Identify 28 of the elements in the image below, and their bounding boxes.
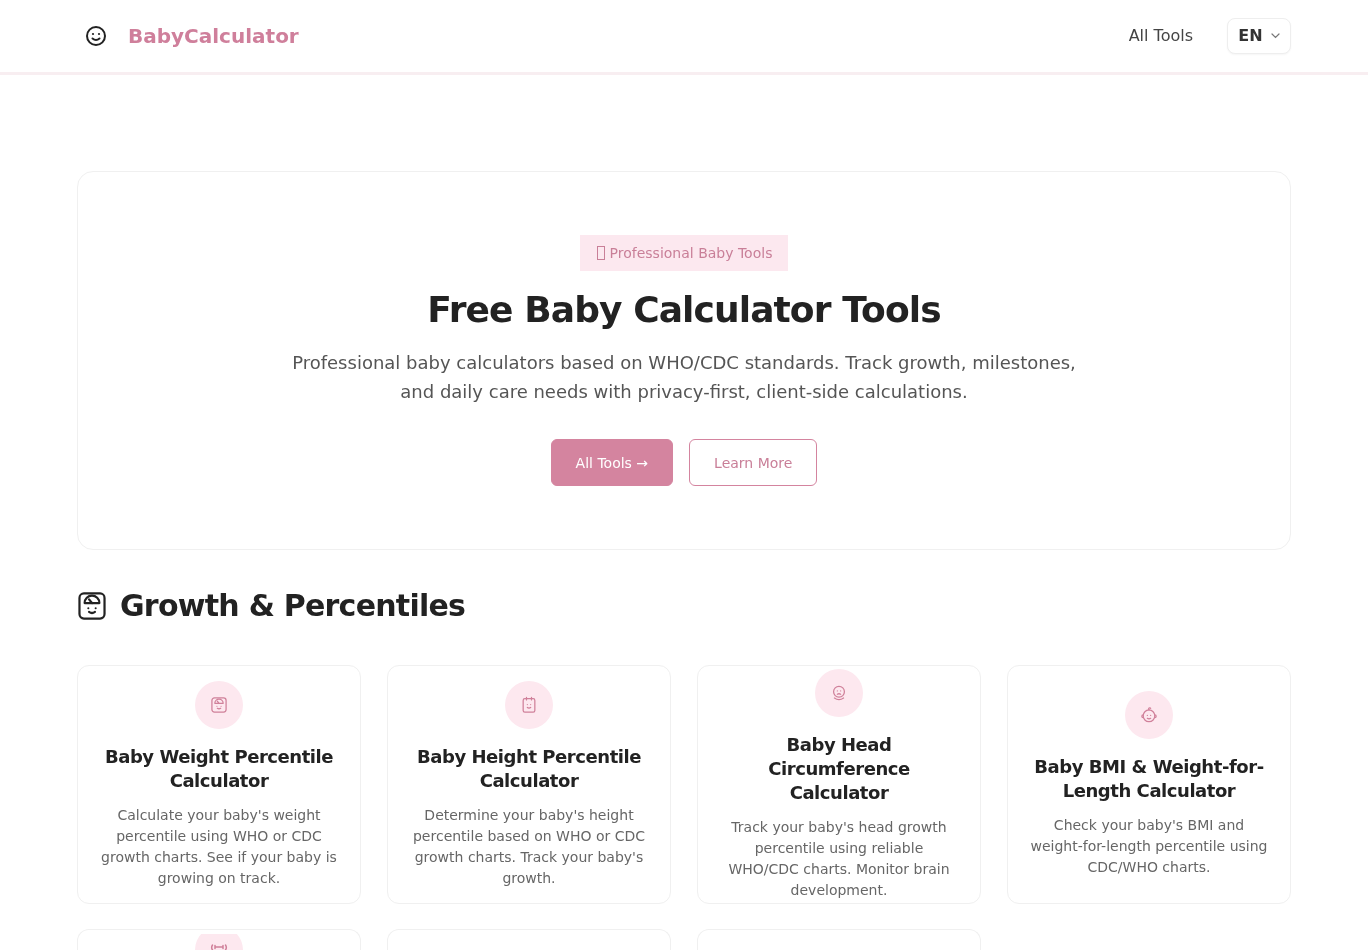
- hero-description: Professional baby calculators based on WHO/CDC standards. Track growth, milestones, and daily care needs with privacy-first, client-side calculations.: [291, 351, 1077, 404]
- card-description: Track your baby's head growth percentile using reliable WHO/CDC charts. Monitor brain development.: [727, 817, 951, 900]
- tool-card[interactable]: Baby Height Percentile Calculator Determine your baby's height percentile based on WHO or CDC growth charts. Track your baby's growth.: [387, 665, 671, 904]
- language-select[interactable]: EN: [1227, 18, 1291, 54]
- scale-icon: [195, 680, 243, 729]
- smiley-icon: [84, 24, 108, 48]
- tool-card[interactable]: Baby BMI & Weight-for-Length Calculator Check your baby's BMI and weight-for-length percentile using CDC/WHO charts.: [1007, 665, 1291, 904]
- missing-glyph-icon: [596, 246, 605, 260]
- baby-icon: [1125, 691, 1173, 739]
- card-description: Determine your baby's height percentile based on WHO or CDC growth charts. Track your baby's growth.: [412, 805, 646, 888]
- tool-card[interactable]: Baby Weight Percentile Calculator Calculate your baby's weight percentile using WHO or CDC growth charts. See if your baby is growing on track.: [77, 665, 361, 904]
- tool-card[interactable]: Baby Head Circumference Calculator Track your baby's head growth percentile using reliable WHO/CDC charts. Monitor brain development.: [697, 665, 981, 904]
- card-title: Baby BMI & Weight-for-Length Calculator: [1033, 755, 1265, 803]
- clipboard-icon: [505, 680, 553, 729]
- section-title: Growth & Percentiles: [120, 588, 466, 624]
- card-description: Check your baby's BMI and weight-for-length percentile using CDC/WHO charts.: [1030, 816, 1268, 877]
- nav-link[interactable]: All Tools: [1128, 24, 1193, 48]
- ruler-icon: [195, 934, 243, 950]
- caret-icon: [1270, 33, 1280, 39]
- tagline-text: Professional Baby Tools: [609, 244, 773, 263]
- face-icon: [815, 668, 863, 717]
- card-title: Baby Head Circumference Calculator: [767, 732, 911, 805]
- hero-title: Free Baby Calculator Tools: [427, 290, 941, 330]
- scale-icon: [78, 592, 106, 620]
- card-description: Calculate your baby's weight percentile using WHO or CDC growth charts. See if your baby is growing on track.: [100, 805, 338, 888]
- card-title: Baby Height Percentile Calculator: [416, 744, 642, 793]
- card-title: Baby Weight Percentile Calculator: [103, 744, 335, 793]
- tool-card[interactable]: [77, 929, 361, 950]
